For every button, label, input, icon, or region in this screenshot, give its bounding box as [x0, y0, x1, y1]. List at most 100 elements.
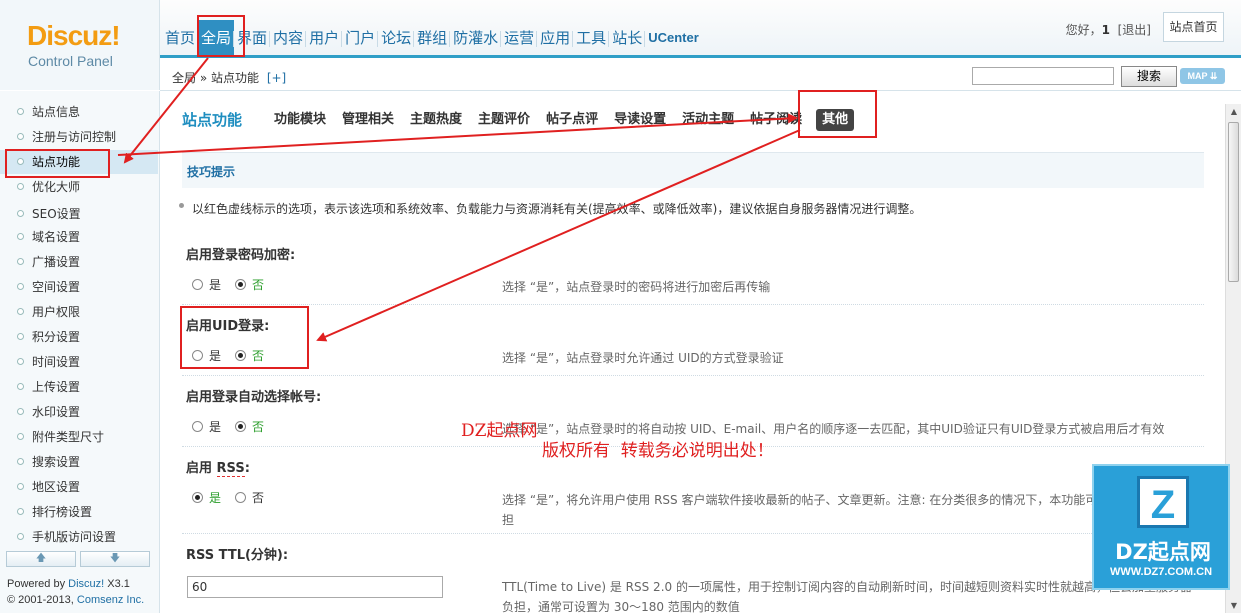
tab-reading[interactable]: 帖子阅读 [742, 109, 810, 131]
powered-link[interactable]: Discuz! [68, 578, 104, 590]
radio-no-label[interactable]: 否 [252, 418, 264, 435]
radio-no-label[interactable]: 否 [252, 489, 264, 506]
add-shortcut-link[interactable]: [+] [267, 71, 286, 85]
setting-description: 选择 “是”，站点登录时的密码将进行加密后再传输 [502, 280, 771, 294]
radio-no-label[interactable]: 否 [252, 276, 264, 293]
sidebar-item-optimizer[interactable]: 优化大师 [0, 175, 158, 199]
tips-title: 技巧提示 [187, 165, 236, 179]
nav-tools[interactable]: 工具 [572, 20, 609, 56]
sidebar-item-mobile[interactable]: 手机版访问设置 [0, 525, 158, 549]
sidebar-item-label: 域名设置 [32, 230, 81, 244]
radio-yes[interactable] [192, 492, 203, 503]
nav-global[interactable]: 全局 [197, 20, 235, 56]
scroll-up-arrow-icon[interactable]: ▲ [1229, 107, 1239, 116]
tab-activity[interactable]: 活动主题 [674, 109, 742, 131]
nav-operations[interactable]: 运营 [500, 20, 537, 56]
map-button[interactable]: MAP ⇊ [1180, 68, 1225, 84]
sidebar-item-upload[interactable]: 上传设置 [0, 375, 158, 399]
site-home-button[interactable]: 站点首页 [1163, 12, 1224, 42]
sidebar-item-site-features[interactable]: 站点功能 [0, 150, 158, 174]
nav-forum[interactable]: 论坛 [377, 20, 414, 56]
nav-groups[interactable]: 群组 [413, 20, 450, 56]
radio-yes[interactable] [192, 350, 203, 361]
nav-ucenter[interactable]: UCenter [644, 20, 702, 56]
feature-tabs: 功能模块 管理相关 主题热度 主题评价 帖子点评 导读设置 活动主题 帖子阅读 … [266, 109, 855, 131]
search-button[interactable]: 搜索 [1121, 66, 1177, 87]
radio-yes-label[interactable]: 是 [209, 276, 221, 293]
bullet-icon [17, 483, 24, 490]
bullet-icon [17, 210, 24, 217]
radio-no[interactable] [235, 279, 247, 290]
scroll-down-icon[interactable]: 🡇 [80, 551, 150, 567]
copyright-link[interactable]: Comsenz Inc. [77, 594, 144, 606]
tab-guide[interactable]: 导读设置 [606, 109, 674, 131]
sidebar-item-site-info[interactable]: 站点信息 [0, 100, 158, 124]
sidebar-item-label: 手机版访问设置 [32, 530, 117, 544]
scroll-down-arrow-icon[interactable]: ▼ [1229, 601, 1239, 610]
setting-label: 启用登录密码加密: [186, 248, 296, 263]
watermark-logo: Z DZ起点网 WWW.DZ7.COM.CN [1092, 464, 1230, 590]
radio-yes-label[interactable]: 是 [209, 418, 221, 435]
sidebar-item-space[interactable]: 空间设置 [0, 275, 158, 299]
tab-comments[interactable]: 帖子点评 [538, 109, 606, 131]
sidebar-item-credits[interactable]: 积分设置 [0, 325, 158, 349]
user-greeting: 您好， [1065, 23, 1102, 37]
radio-group: 是 否 [192, 418, 278, 435]
sidebar-item-attachment-types[interactable]: 附件类型尺寸 [0, 425, 158, 449]
radio-no-label[interactable]: 否 [252, 347, 264, 364]
radio-yes-label[interactable]: 是 [209, 347, 221, 364]
radio-no[interactable] [235, 492, 247, 503]
nav-antispam[interactable]: 防灌水 [449, 20, 501, 56]
tab-other[interactable]: 其他 [816, 109, 855, 131]
sidebar-item-permissions[interactable]: 用户权限 [0, 300, 158, 324]
rss-ttl-input[interactable] [187, 576, 443, 598]
sidebar-item-ranking[interactable]: 排行榜设置 [0, 500, 158, 524]
radio-yes[interactable] [192, 421, 203, 432]
nav-interface[interactable]: 界面 [233, 20, 270, 56]
powered-prefix: Powered by [7, 578, 69, 590]
nav-apps[interactable]: 应用 [536, 20, 573, 56]
logout-link[interactable]: [退出] [1118, 23, 1151, 37]
radio-no[interactable] [235, 350, 247, 361]
tips-header: 技巧提示 [182, 152, 1204, 188]
tab-modules[interactable]: 功能模块 [266, 109, 334, 131]
sidebar-item-watermark[interactable]: 水印设置 [0, 400, 158, 424]
sidebar-item-region[interactable]: 地区设置 [0, 475, 158, 499]
radio-yes[interactable] [192, 279, 203, 290]
bullet-icon [17, 183, 24, 190]
sidebar-item-label: 注册与访问控制 [32, 130, 117, 144]
scrollbar-thumb[interactable] [1228, 122, 1239, 282]
logo-letter: Z [1137, 476, 1189, 528]
sidebar-item-seo[interactable]: SEO设置 [0, 202, 158, 226]
tips-text: 以红色虚线标示的选项，表示该选项和系统效率、负载能力与资源消耗有关(提高效率、或… [179, 200, 921, 217]
tab-rating[interactable]: 主题评价 [470, 109, 538, 131]
radio-no[interactable] [235, 421, 247, 432]
tab-management[interactable]: 管理相关 [334, 109, 402, 131]
nav-webmaster[interactable]: 站长 [608, 20, 645, 56]
breadcrumb-path[interactable]: 全局 » 站点功能 [172, 71, 259, 85]
logo[interactable]: Discuz! Control Panel [0, 0, 160, 90]
radio-yes-label[interactable]: 是 [209, 489, 221, 506]
sidebar-item-broadcast[interactable]: 广播设置 [0, 250, 158, 274]
tab-heat[interactable]: 主题热度 [402, 109, 470, 131]
sidebar-item-label: 排行榜设置 [32, 505, 93, 519]
nav-portal[interactable]: 门户 [341, 20, 378, 56]
nav-home[interactable]: 首页 [162, 20, 198, 56]
nav-content[interactable]: 内容 [269, 20, 306, 56]
bullet-icon [17, 133, 24, 140]
sidebar-item-domain[interactable]: 域名设置 [0, 225, 158, 249]
sidebar-item-label: 站点功能 [32, 155, 81, 169]
divider [182, 533, 1204, 534]
label-prefix: 启用 [186, 461, 217, 476]
search-input[interactable] [972, 67, 1114, 85]
bullet-icon [17, 158, 24, 165]
bullet-icon [17, 458, 24, 465]
sidebar-item-time[interactable]: 时间设置 [0, 350, 158, 374]
scroll-up-icon[interactable]: 🡅 [6, 551, 76, 567]
sidebar-item-label: SEO设置 [32, 207, 81, 221]
nav-users[interactable]: 用户 [305, 20, 342, 56]
sidebar-item-search[interactable]: 搜索设置 [0, 450, 158, 474]
sidebar-item-register[interactable]: 注册与访问控制 [0, 125, 158, 149]
divider [182, 304, 1204, 305]
bullet-icon [17, 408, 24, 415]
